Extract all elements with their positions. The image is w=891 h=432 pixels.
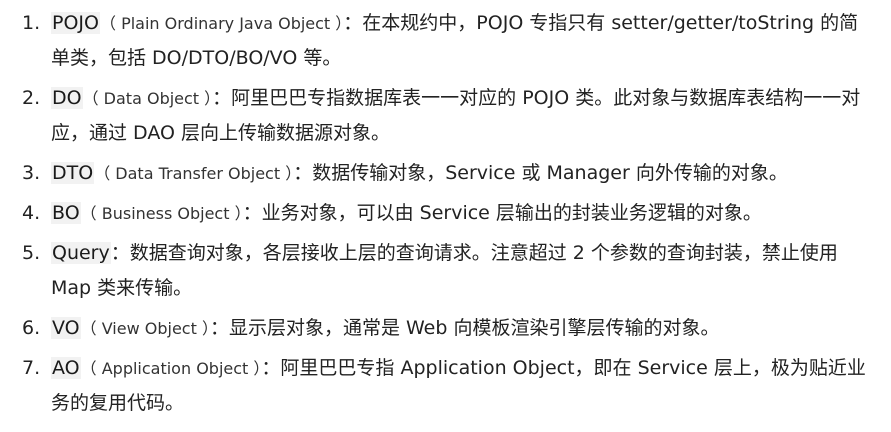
list-item-dto: 3. DTO（ Data Transfer Object ）：数据传输对象，Ser… [22, 156, 871, 191]
term-expansion: （ Data Object ） [82, 89, 213, 108]
list-item-ao: 7. AO（ Application Object ）：阿里巴巴专指 Applic… [22, 351, 871, 421]
term-description: ：数据查询对象，各层接收上层的查询请求。注意超过 2 个参数的查询封装，禁止使用… [51, 242, 838, 299]
item-number: 7. [22, 357, 41, 379]
term-dto: DTO [51, 162, 95, 184]
term-query: Query [51, 242, 111, 264]
term-bo: BO [51, 202, 81, 224]
term-description: ：显示层对象，通常是 Web 向模板渲染引擎层传输的对象。 [209, 317, 720, 339]
item-number: 4. [22, 202, 41, 224]
term-expansion: （ Business Object ） [80, 204, 243, 223]
item-number: 1. [22, 12, 41, 34]
item-number: 2. [22, 87, 41, 109]
term-ao: AO [51, 357, 81, 379]
list-item-pojo: 1. POJO（ Plain Ordinary Java Object ）：在本规… [22, 6, 871, 76]
definition-list: 1. POJO（ Plain Ordinary Java Object ）：在本规… [22, 6, 871, 421]
list-item-vo: 6. VO（ View Object ）：显示层对象，通常是 Web 向模板渲染引… [22, 311, 871, 346]
term-expansion: （ View Object ） [80, 319, 210, 338]
term-pojo: POJO [51, 12, 100, 34]
list-item-do: 2. DO（ Data Object ）：阿里巴巴专指数据库表一一对应的 POJO… [22, 81, 871, 151]
term-description: ：业务对象，可以由 Service 层输出的封装业务逻辑的对象。 [242, 202, 762, 224]
term-expansion: （ Plain Ordinary Java Object ） [99, 14, 344, 33]
term-expansion: （ Application Object ） [80, 359, 262, 378]
list-item-bo: 4. BO（ Business Object ）：业务对象，可以由 Service… [22, 196, 871, 231]
item-number: 6. [22, 317, 41, 339]
term-do: DO [51, 87, 83, 109]
item-number: 5. [22, 242, 41, 264]
item-number: 3. [22, 162, 41, 184]
document-body: 1. POJO（ Plain Ordinary Java Object ）：在本规… [0, 0, 891, 432]
term-description: ：数据传输对象，Service 或 Manager 向外传输的对象。 [293, 162, 788, 184]
term-vo: VO [51, 317, 81, 339]
list-item-query: 5. Query：数据查询对象，各层接收上层的查询请求。注意超过 2 个参数的查询… [22, 236, 871, 306]
term-expansion: （ Data Transfer Object ） [94, 164, 294, 183]
